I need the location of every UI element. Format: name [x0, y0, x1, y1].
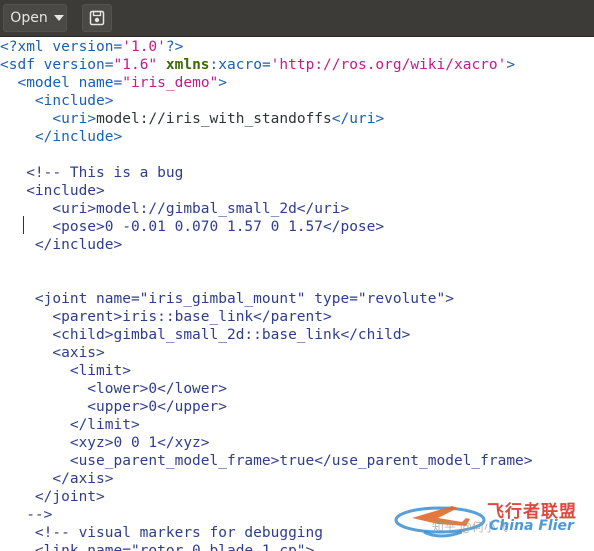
code-line: <uri>model://iris_with_standoffs</uri>	[0, 110, 384, 128]
code-token: xml	[17, 39, 53, 55]
code-token: '1.0'	[122, 39, 166, 55]
code-token: version	[43, 57, 105, 73]
code-token: >	[87, 111, 97, 127]
code-line: <model name="iris_demo">	[0, 74, 227, 92]
code-line: <child>gimbal_small_2d::base_link</child…	[0, 326, 410, 344]
code-token: <	[0, 57, 9, 73]
code-line: <uri>model://gimbal_small_2d</uri>	[0, 200, 349, 218]
code-token: <!-- visual markers for debugging	[0, 525, 324, 541]
code-line: <xyz>0 0 1</xyz>	[0, 434, 210, 452]
code-line: <axis>	[0, 344, 105, 362]
code-token: sdf	[8, 57, 44, 73]
code-line: <include>	[0, 182, 105, 200]
code-line: </joint>	[0, 488, 105, 506]
code-line: <include>	[0, 92, 114, 110]
code-token: include	[43, 93, 105, 109]
code-line: <!-- This is a bug	[0, 164, 183, 182]
code-token: <link name="rotor_0_blade_1_cp">	[0, 543, 315, 551]
header-bar: Open	[0, 0, 594, 37]
code-token: ?>	[165, 39, 184, 55]
open-button-label: Open	[10, 10, 48, 26]
code-token: xmlns	[165, 57, 210, 73]
code-token: >	[506, 57, 516, 73]
code-line: <link name="rotor_0_blade_1_cp">	[0, 542, 314, 551]
code-token: 'http://ros.org/wiki/xacro'	[270, 57, 507, 73]
code-token: </include>	[0, 237, 123, 253]
chevron-down-icon	[53, 15, 64, 21]
code-token: <joint name="iris_gimbal_mount" type="re…	[0, 291, 454, 307]
code-token: >	[104, 93, 114, 109]
code-token: "1.6"	[113, 57, 166, 73]
code-token: <uri>model://gimbal_small_2d</uri>	[0, 201, 350, 217]
code-line: <limit>	[0, 362, 131, 380]
code-token: <include>	[0, 183, 105, 199]
code-token: model://iris_with_standoffs	[96, 111, 332, 127]
code-token: =	[261, 57, 271, 73]
code-token: </axis>	[0, 471, 114, 487]
code-line: <parent>iris::base_link</parent>	[0, 308, 332, 326]
code-token: </	[34, 129, 53, 145]
code-token: <use_parent_model_frame>true</use_parent…	[0, 453, 533, 469]
code-token: <!-- This is a bug	[0, 165, 184, 181]
code-token: </limit>	[0, 417, 140, 433]
code-token: </joint>	[0, 489, 105, 505]
code-token: =	[113, 39, 123, 55]
code-token: </	[331, 111, 350, 127]
code-token: <axis>	[0, 345, 105, 361]
code-token: =	[113, 75, 123, 91]
code-line: </axis>	[0, 470, 114, 488]
text-editor-area[interactable]: <?xml version='1.0'?> <sdf version="1.6" …	[0, 37, 594, 551]
watermark: 飞行者联盟 知乎 @何小飞 China Flier	[392, 488, 592, 548]
code-token: <	[17, 75, 27, 91]
code-token: <pose>0 -0.01 0.070 1.57 0 1.57</pose>	[0, 219, 385, 235]
open-button[interactable]: Open	[3, 4, 67, 32]
code-token: uri	[61, 111, 88, 127]
code-token: <parent>iris::base_link</parent>	[0, 309, 332, 325]
code-token: name	[78, 75, 114, 91]
code-token: <	[34, 93, 44, 109]
code-token: include	[52, 129, 114, 145]
code-token: "iris_demo"	[122, 75, 219, 91]
code-token: <?	[0, 39, 18, 55]
code-token: version	[52, 39, 114, 55]
code-token: >	[113, 129, 123, 145]
code-token: <limit>	[0, 363, 131, 379]
save-button[interactable]	[82, 4, 112, 32]
code-token: <lower>0</lower>	[0, 381, 227, 397]
code-line: -->	[0, 506, 52, 524]
code-token: <upper>0</upper>	[0, 399, 227, 415]
code-token: <child>gimbal_small_2d::base_link</child…	[0, 327, 411, 343]
code-token: <	[52, 111, 62, 127]
code-token: >	[375, 111, 385, 127]
code-line: <joint name="iris_gimbal_mount" type="re…	[0, 290, 454, 308]
code-token: >	[218, 75, 228, 91]
code-line: </include>	[0, 128, 122, 146]
code-token: <xyz>0 0 1</xyz>	[0, 435, 210, 451]
code-line: <pose>0 -0.01 0.070 1.57 0 1.57</pose>	[0, 218, 384, 236]
code-line: <upper>0</upper>	[0, 398, 227, 416]
code-line: <?xml version='1.0'?>	[0, 38, 183, 56]
watermark-brand-en: China Flier	[489, 518, 574, 534]
code-line: <!-- visual markers for debugging	[0, 524, 323, 542]
save-icon	[89, 10, 105, 26]
code-token: -->	[0, 507, 53, 523]
code-token: :xacro	[209, 57, 262, 73]
code-token: uri	[349, 111, 376, 127]
text-cursor	[23, 216, 24, 234]
code-token: =	[104, 57, 114, 73]
code-line: <sdf version="1.6" xmlns:xacro='http://r…	[0, 56, 515, 74]
code-line: <use_parent_model_frame>true</use_parent…	[0, 452, 533, 470]
code-token: model	[26, 75, 79, 91]
code-line: </limit>	[0, 416, 140, 434]
code-line: <lower>0</lower>	[0, 380, 227, 398]
code-line: </include>	[0, 236, 122, 254]
